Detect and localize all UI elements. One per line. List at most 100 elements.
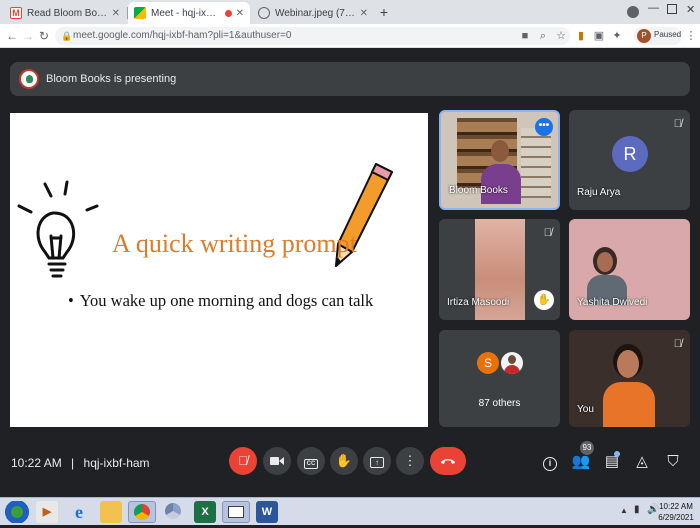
windows-start-icon[interactable] xyxy=(4,501,30,523)
windows-taskbar: ▶ e X W ▲ ▮ 🔊 10:22 AM 6/29/2021 xyxy=(0,497,700,525)
avatar: R xyxy=(612,136,648,172)
clock-date: 6/29/2021 xyxy=(658,513,694,522)
participant-name: Irtiza Masoodi xyxy=(447,297,510,308)
activities-button[interactable]: ◬ xyxy=(632,453,652,471)
tray-arrow-icon[interactable]: ▲ xyxy=(620,506,628,515)
raised-hand-icon: ✋ xyxy=(534,290,554,310)
word-icon[interactable]: W xyxy=(256,501,278,523)
mic-muted-icon: 🎙̸ xyxy=(673,118,682,130)
slide-title: A quick writing prompt xyxy=(112,229,357,258)
raise-hand-button[interactable]: ✋ xyxy=(330,447,358,475)
leaf-icon xyxy=(26,75,33,83)
mic-muted-icon: 🎙̸ xyxy=(543,227,552,239)
close-icon[interactable]: ✕ xyxy=(236,8,244,19)
participant-tile-others[interactable]: S 87 others xyxy=(439,330,560,427)
meeting-info-separator: | xyxy=(71,456,75,470)
chat-notification-dot xyxy=(614,451,620,457)
browser-tab-strip: M Read Bloom Books Mystery Read ✕ Meet -… xyxy=(0,0,700,24)
reload-icon[interactable]: ↻ xyxy=(37,28,51,44)
network-icon[interactable]: ▮ xyxy=(634,504,640,515)
participant-body xyxy=(603,382,655,427)
presenting-text: Bloom Books is presenting xyxy=(46,73,177,85)
shelf-background xyxy=(521,128,551,198)
participant-face xyxy=(491,140,509,162)
new-tab-button[interactable]: + xyxy=(376,4,392,20)
slide-bullet-text: You wake up one morning and dogs can tal… xyxy=(79,291,374,310)
participant-tile-bloom-books[interactable]: ••• Bloom Books xyxy=(439,110,560,210)
host-controls-button[interactable]: ⛉ xyxy=(663,453,683,471)
participant-tile-irtiza-masoodi[interactable]: 🎙̸ ✋ Irtiza Masoodi xyxy=(439,219,560,320)
camera-toggle-button[interactable] xyxy=(263,447,291,475)
person-icon xyxy=(508,355,516,364)
camera-in-use-icon[interactable]: ■ xyxy=(518,29,532,43)
clock-time: 10:22 AM xyxy=(659,502,693,511)
back-arrow-icon[interactable]: ← xyxy=(5,28,19,44)
url-text: meet.google.com/hqj-ixbf-ham?pli=1&authu… xyxy=(73,30,292,41)
participant-body xyxy=(481,164,521,204)
chrome-canary-taskbar-button[interactable] xyxy=(162,501,184,523)
window-taskbar-button[interactable] xyxy=(222,501,250,523)
present-now-button[interactable]: ↑ xyxy=(363,447,391,475)
kebab-menu-icon[interactable]: ⋮ xyxy=(684,29,698,43)
puzzle-extensions-icon[interactable]: ✦ xyxy=(610,29,624,43)
hang-up-icon xyxy=(441,459,455,464)
lock-icon: 🔒 xyxy=(61,31,73,41)
file-explorer-icon[interactable] xyxy=(100,501,122,523)
system-clock[interactable]: 10:22 AM 6/29/2021 xyxy=(654,501,698,523)
zoom-icon[interactable]: ⌕ xyxy=(536,29,550,43)
tab-title: Webinar.jpeg (793×1122) xyxy=(275,7,356,19)
microphone-toggle-button[interactable]: 🎙̸ xyxy=(229,447,257,475)
address-bar[interactable]: 🔒 meet.google.com/hqj-ixbf-ham?pli=1&aut… xyxy=(55,27,570,45)
chrome-taskbar-button[interactable] xyxy=(128,501,156,523)
media-player-icon[interactable]: ▶ xyxy=(36,501,58,523)
participant-face xyxy=(617,350,639,378)
tab-gmail[interactable]: M Read Bloom Books Mystery Read ✕ xyxy=(4,2,126,24)
participant-name: Bloom Books xyxy=(449,185,508,196)
captions-button[interactable]: CC xyxy=(297,447,325,475)
present-screen-icon: ↑ xyxy=(370,457,384,468)
leave-call-button[interactable] xyxy=(430,447,466,475)
participant-tile-you[interactable]: 🎙̸ You xyxy=(569,330,690,427)
internet-explorer-icon[interactable]: e xyxy=(68,501,90,523)
chrome-icon xyxy=(134,504,150,520)
avatar: S xyxy=(477,352,499,374)
extension-icon[interactable]: ▣ xyxy=(592,29,606,43)
avatar: P xyxy=(637,29,651,43)
participant-name: Raju Arya xyxy=(577,187,621,198)
close-icon[interactable]: ✕ xyxy=(360,8,368,19)
slide-bullet: • You wake up one morning and dogs can ta… xyxy=(68,291,418,311)
tab-webinar[interactable]: Webinar.jpeg (793×1122) ✕ xyxy=(252,2,374,24)
participant-tile-yashita-dwivedi[interactable]: Yashita Dwivedi xyxy=(569,219,690,320)
recording-indicator-icon xyxy=(224,9,232,17)
meeting-info: 10:22 AM | hqj-ixbf-ham xyxy=(11,456,150,470)
participant-name: You xyxy=(577,404,594,415)
forward-arrow-icon[interactable]: → xyxy=(21,28,35,44)
participant-name: Yashita Dwivedi xyxy=(577,297,648,308)
kebab-menu-icon: ⋮ xyxy=(403,453,417,468)
presenting-banner: Bloom Books is presenting xyxy=(10,62,690,96)
browser-toolbar: ← → ↻ 🔒 meet.google.com/hqj-ixbf-ham?pli… xyxy=(0,24,700,48)
extension-icon[interactable]: ▮ xyxy=(574,29,588,43)
meeting-time: 10:22 AM xyxy=(11,456,62,470)
tab-search-icon[interactable] xyxy=(627,6,639,18)
more-options-icon[interactable]: ••• xyxy=(535,118,553,136)
excel-icon[interactable]: X xyxy=(194,501,216,523)
profile-button[interactable]: P Paused xyxy=(634,27,682,45)
meeting-details-button[interactable]: i xyxy=(540,453,560,471)
tab-title: Read Bloom Books Mystery Read xyxy=(27,7,108,19)
close-icon[interactable]: ✕ xyxy=(112,8,120,19)
participant-name: 87 others xyxy=(478,398,521,409)
presenter-avatar xyxy=(19,69,39,89)
more-options-button[interactable]: ⋮ xyxy=(396,447,424,475)
chrome-canary-icon xyxy=(165,503,181,519)
participant-tile-raju-arya[interactable]: 🎙̸ R Raju Arya xyxy=(569,110,690,210)
tab-meet[interactable]: Meet - hqj-ixbf-ham ✕ xyxy=(128,2,250,24)
pencil-icon xyxy=(335,163,393,267)
bookmark-star-icon[interactable]: ☆ xyxy=(554,29,568,43)
tab-title: Meet - hqj-ixbf-ham xyxy=(151,7,221,19)
people-button[interactable]: 👥 xyxy=(571,453,591,471)
captions-icon: CC xyxy=(303,459,319,469)
minimize-icon[interactable]: — xyxy=(648,2,659,14)
maximize-icon[interactable] xyxy=(667,4,677,14)
window-close-icon[interactable]: ✕ xyxy=(686,3,695,16)
